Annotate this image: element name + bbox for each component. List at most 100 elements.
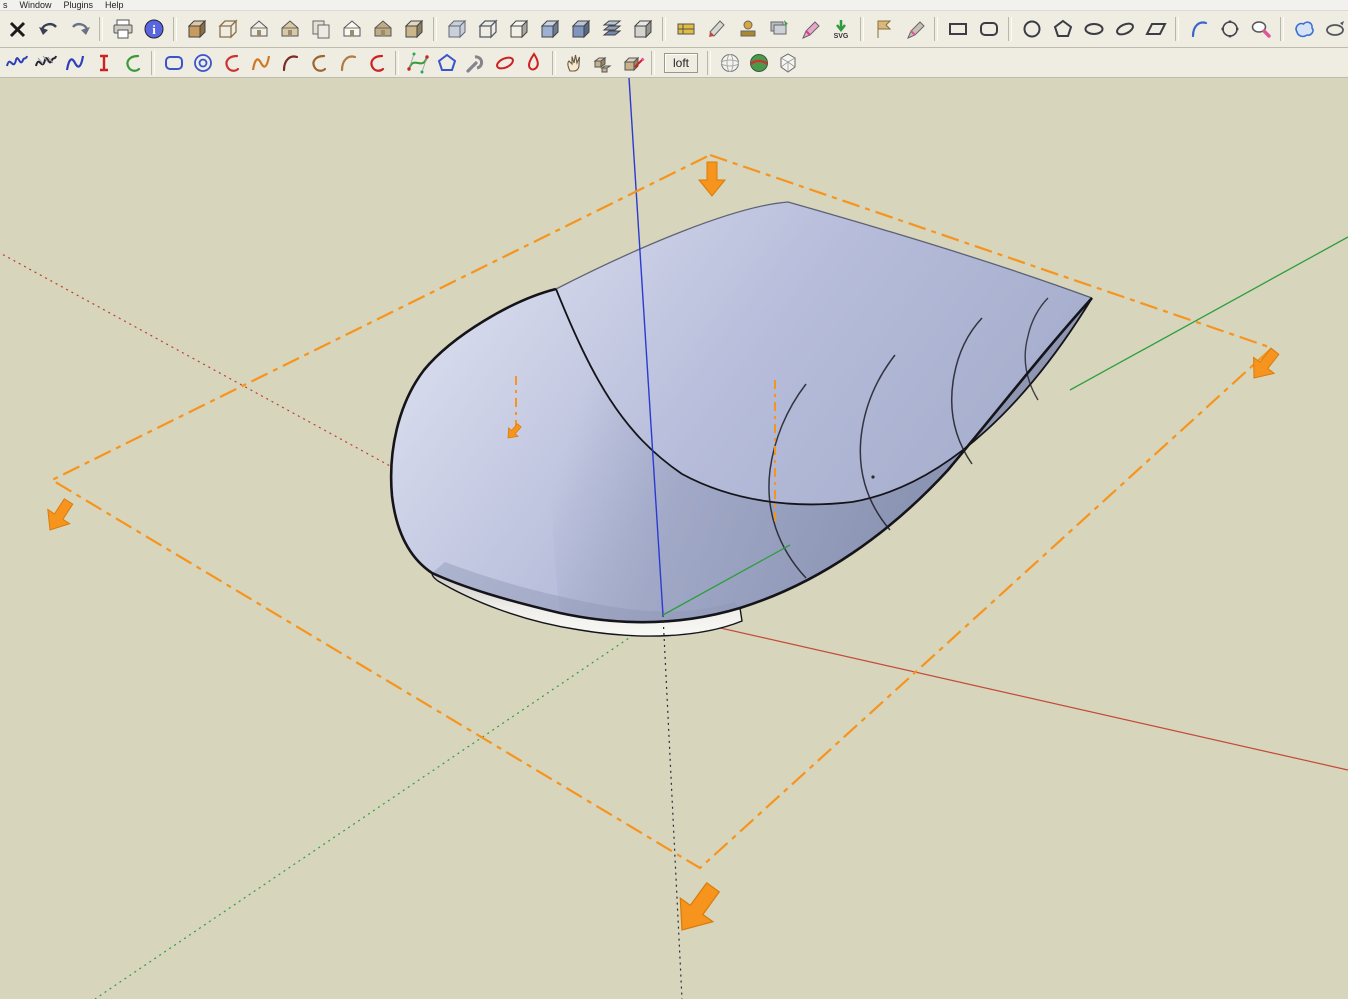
arc-tan-icon[interactable] [333, 49, 362, 77]
print-icon[interactable] [107, 14, 138, 44]
xray-cube-icon[interactable] [441, 14, 472, 44]
curve-dark-icon[interactable] [275, 49, 304, 77]
svg-text:SVG: SVG [833, 33, 848, 40]
toolbar-separator [395, 51, 399, 75]
rotate-ellipse-icon[interactable] [1319, 14, 1348, 44]
hiddenline-cube-icon[interactable] [503, 14, 534, 44]
arc-green-icon[interactable] [118, 49, 147, 77]
teardrop-icon[interactable] [519, 49, 548, 77]
svg-text:i: i [152, 22, 156, 37]
house-outline-icon[interactable] [336, 14, 367, 44]
knife-tool-icon[interactable] [701, 14, 732, 44]
polyhedron-icon[interactable] [773, 49, 802, 77]
freehand-hatch-icon[interactable] [31, 49, 60, 77]
parallelogram-tool-icon[interactable] [1140, 14, 1171, 44]
stamp-tool-icon[interactable] [732, 14, 763, 44]
green-axis-line [1070, 237, 1348, 390]
polygon-blue-icon[interactable] [432, 49, 461, 77]
toolbar-separator [934, 17, 938, 41]
close-icon[interactable] [2, 14, 33, 44]
loft-button[interactable]: loft [664, 53, 698, 73]
open-box-icon[interactable] [212, 14, 243, 44]
circle-handles-icon[interactable] [1214, 14, 1245, 44]
toolbar-separator [433, 17, 437, 41]
oval-tool-icon[interactable] [1078, 14, 1109, 44]
sphere-grid-icon[interactable] [715, 49, 744, 77]
copy-pages-icon[interactable] [305, 14, 336, 44]
crate-box-icon[interactable] [398, 14, 429, 44]
toolbar-plugins: loft [0, 48, 1348, 78]
menu-item-plugins[interactable]: Plugins [64, 0, 94, 10]
svg-export-icon[interactable]: SVG [825, 14, 856, 44]
menu-bar: s Window Plugins Help [0, 0, 1348, 11]
arc-curve-icon[interactable] [1183, 14, 1214, 44]
edit-box-icon[interactable] [618, 49, 647, 77]
toolbar-separator [173, 17, 177, 41]
flag-icon[interactable] [868, 14, 899, 44]
ibeam-icon[interactable] [89, 49, 118, 77]
toolbar-separator [662, 17, 666, 41]
loft-surface[interactable] [391, 202, 1092, 636]
textured-cube-icon[interactable] [565, 14, 596, 44]
scale-arrow-top[interactable] [699, 162, 725, 196]
toolbar-separator [1280, 17, 1284, 41]
package-box-icon[interactable] [181, 14, 212, 44]
sketchup-window: s Window Plugins Help i SVG loft [0, 0, 1348, 999]
toolbar-separator [1008, 17, 1012, 41]
menu-item-help[interactable]: Help [105, 0, 124, 10]
sandbox-hand-icon[interactable] [560, 49, 589, 77]
toolbar-separator [151, 51, 155, 75]
freehand-blue-icon[interactable] [60, 49, 89, 77]
wireframe-cube-icon[interactable] [472, 14, 503, 44]
toolbar-separator [99, 17, 103, 41]
roof-house-icon[interactable] [367, 14, 398, 44]
ellipse-tool-icon[interactable] [1109, 14, 1140, 44]
menu-item-window[interactable]: Window [20, 0, 52, 10]
polygon-tool-icon[interactable] [1047, 14, 1078, 44]
ellipse-magnifier-icon[interactable] [1245, 14, 1276, 44]
measure-box-icon[interactable] [670, 14, 701, 44]
arc-brown-icon[interactable] [304, 49, 333, 77]
freehand-curve-icon[interactable] [2, 49, 31, 77]
pink-eraser-icon[interactable] [794, 14, 825, 44]
flatten-layers-icon[interactable] [763, 14, 794, 44]
viewport-3d[interactable] [0, 78, 1348, 999]
model-canvas[interactable] [0, 78, 1348, 999]
rounded-rectangle-icon[interactable] [973, 14, 1004, 44]
rectangle-tool-icon[interactable] [942, 14, 973, 44]
model-info-icon[interactable]: i [138, 14, 169, 44]
toolbar-main: i SVG [0, 11, 1348, 48]
toolbar-separator [1175, 17, 1179, 41]
wrench-icon[interactable] [461, 49, 490, 77]
house-front-icon[interactable] [243, 14, 274, 44]
toolbar-separator [707, 51, 711, 75]
bezier-edit-icon[interactable] [403, 49, 432, 77]
shaded-cube-icon[interactable] [534, 14, 565, 44]
blue-polygon-icon[interactable] [1288, 14, 1319, 44]
roundrect-blue-icon[interactable] [159, 49, 188, 77]
monochrome-cube-icon[interactable] [627, 14, 658, 44]
toolbar-separator [651, 51, 655, 75]
redo-icon[interactable] [64, 14, 95, 44]
scale-arrow-left[interactable] [39, 494, 79, 537]
scale-arrow-right[interactable] [1244, 343, 1285, 386]
concentric-circles-icon[interactable] [188, 49, 217, 77]
ellipse-red-icon[interactable] [490, 49, 519, 77]
house-tan-icon[interactable] [274, 14, 305, 44]
detail-boxes-icon[interactable] [589, 49, 618, 77]
curve-orange-icon[interactable] [246, 49, 275, 77]
toolbar-separator [860, 17, 864, 41]
marker-pen-icon[interactable] [899, 14, 930, 44]
undo-icon[interactable] [33, 14, 64, 44]
arc-red-icon[interactable] [217, 49, 246, 77]
red-axis-line [663, 615, 1348, 770]
green-axis-negative [95, 615, 663, 999]
scale-arrow-bottom[interactable] [666, 876, 730, 942]
menu-item-s[interactable]: s [3, 0, 8, 10]
toolbar-separator [552, 51, 556, 75]
circle-tool-icon[interactable] [1016, 14, 1047, 44]
layers-stack-icon[interactable] [596, 14, 627, 44]
arc-crimson-icon[interactable] [362, 49, 391, 77]
sphere-band-icon[interactable] [744, 49, 773, 77]
blue-axis-negative [663, 615, 682, 999]
